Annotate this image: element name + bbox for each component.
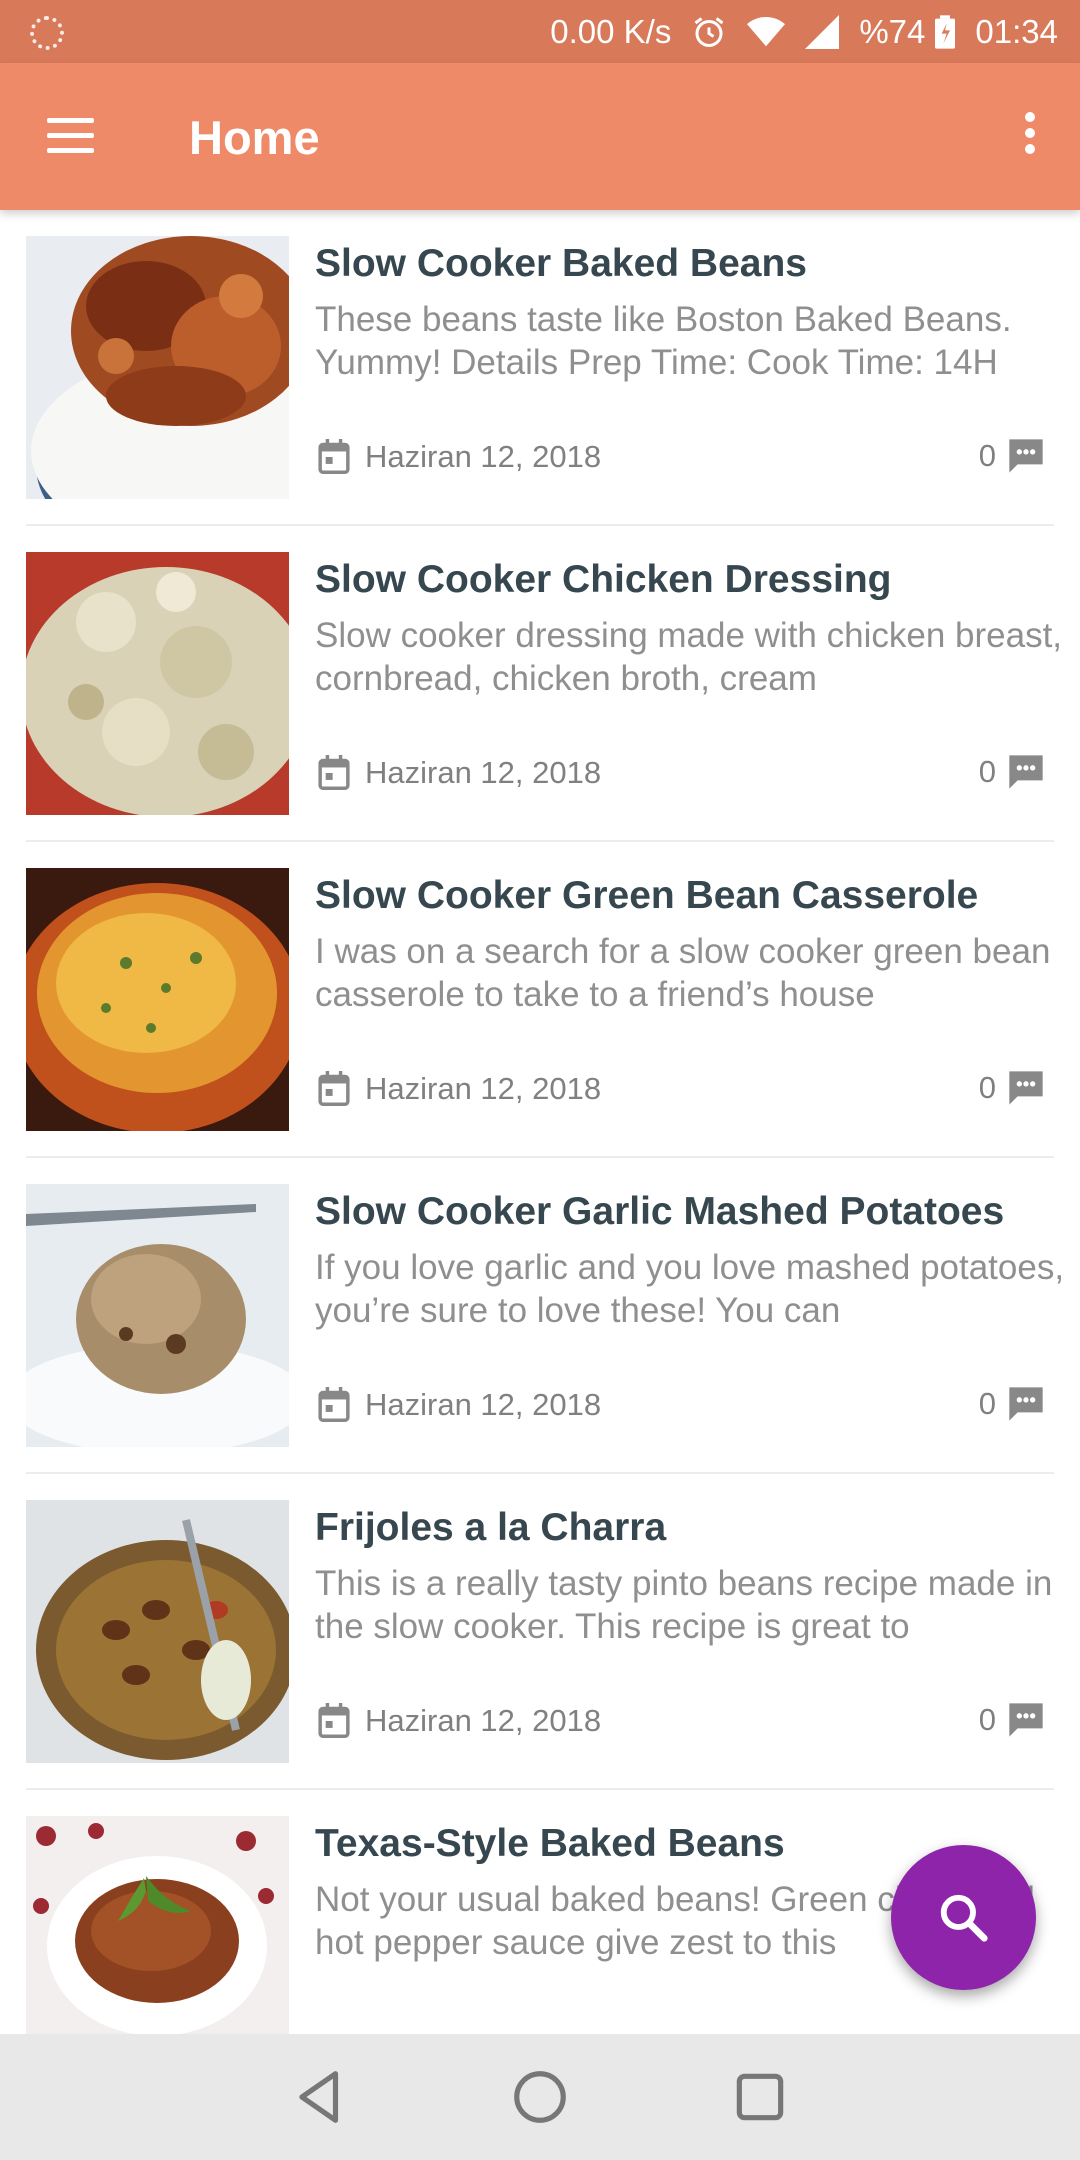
- system-nav-bar: [0, 2034, 1080, 2160]
- post-title[interactable]: Slow Cooker Garlic Mashed Potatoes: [315, 1190, 1050, 1234]
- back-icon[interactable]: [289, 2066, 351, 2128]
- battery-percent: %74: [859, 12, 926, 50]
- post-date: Haziran 12, 2018: [317, 1387, 601, 1423]
- post-title[interactable]: Frijoles a la Charra: [315, 1506, 1050, 1550]
- list-item[interactable]: Slow Cooker Green Bean Casserole I was o…: [26, 842, 1054, 1158]
- calendar-icon: [318, 439, 350, 474]
- wifi-icon: [747, 15, 786, 49]
- post-date: Haziran 12, 2018: [317, 439, 601, 475]
- post-thumbnail[interactable]: [26, 1500, 289, 1763]
- search-icon: [940, 1894, 988, 1942]
- status-bar: 0.00 K/s %74 01:34: [0, 0, 1080, 63]
- app-bar: Home: [0, 63, 1080, 210]
- comment-count-text: 0: [978, 1702, 996, 1737]
- comment-count-text: 0: [978, 754, 996, 789]
- post-date-text: Haziran 12, 2018: [365, 1071, 602, 1106]
- hamburger-menu-icon[interactable]: [34, 108, 108, 166]
- battery-icon: [935, 14, 956, 49]
- comment-icon: [1009, 1071, 1043, 1105]
- comment-count[interactable]: 0: [979, 1068, 1046, 1108]
- post-list[interactable]: Slow Cooker Baked Beans These beans tast…: [0, 210, 1080, 2034]
- comment-icon: [1009, 755, 1043, 789]
- post-date-text: Haziran 12, 2018: [365, 439, 602, 474]
- more-options-icon[interactable]: [1010, 105, 1050, 165]
- post-thumbnail[interactable]: [26, 868, 289, 1131]
- post-excerpt: This is a really tasty pinto beans recip…: [315, 1564, 1053, 1646]
- list-item[interactable]: Slow Cooker Chicken Dressing Slow cooker…: [26, 526, 1062, 842]
- post-thumbnail[interactable]: [26, 552, 289, 815]
- list-item[interactable]: Frijoles a la Charra This is a really ta…: [26, 1474, 1054, 1790]
- post-thumbnail[interactable]: [26, 236, 289, 499]
- comment-count[interactable]: 0: [979, 1384, 1046, 1424]
- post-excerpt: These beans taste like Boston Baked Bean…: [315, 300, 1012, 382]
- post-date-text: Haziran 12, 2018: [365, 755, 602, 790]
- notification-dot-icon: [30, 16, 64, 50]
- post-date: Haziran 12, 2018: [317, 755, 601, 791]
- signal-icon: [805, 14, 840, 49]
- comment-count[interactable]: 0: [979, 436, 1046, 476]
- recents-icon[interactable]: [729, 2066, 791, 2128]
- comment-count[interactable]: 0: [979, 1700, 1046, 1740]
- calendar-icon: [318, 755, 350, 790]
- list-item[interactable]: Slow Cooker Baked Beans These beans tast…: [26, 210, 1054, 526]
- post-thumbnail[interactable]: [26, 1816, 289, 2034]
- post-excerpt: I was on a search for a slow cooker gree…: [315, 932, 1051, 1014]
- post-title[interactable]: Slow Cooker Green Bean Casserole: [315, 874, 1050, 918]
- post-excerpt: If you love garlic and you love mashed p…: [315, 1248, 1065, 1330]
- comment-count[interactable]: 0: [979, 752, 1046, 792]
- post-excerpt: Slow cooker dressing made with chicken b…: [315, 616, 1063, 698]
- comment-icon: [1009, 1387, 1043, 1421]
- network-speed: 0.00 K/s: [550, 12, 672, 50]
- page-title: Home: [189, 111, 320, 164]
- post-title[interactable]: Slow Cooker Baked Beans: [315, 242, 1050, 286]
- comment-icon: [1009, 439, 1043, 473]
- post-title[interactable]: Slow Cooker Chicken Dressing: [315, 558, 1050, 602]
- post-date: Haziran 12, 2018: [317, 1703, 601, 1739]
- comment-icon: [1009, 1703, 1043, 1737]
- comment-count-text: 0: [978, 438, 996, 473]
- comment-count-text: 0: [978, 1070, 996, 1105]
- comment-count-text: 0: [978, 1386, 996, 1421]
- calendar-icon: [318, 1071, 350, 1106]
- home-icon[interactable]: [509, 2066, 571, 2128]
- alarm-icon: [691, 14, 727, 50]
- search-fab-button[interactable]: [891, 1845, 1036, 1990]
- post-date-text: Haziran 12, 2018: [365, 1703, 602, 1738]
- calendar-icon: [318, 1387, 350, 1422]
- post-date-text: Haziran 12, 2018: [365, 1387, 602, 1422]
- calendar-icon: [318, 1703, 350, 1738]
- post-thumbnail[interactable]: [26, 1184, 289, 1447]
- clock: 01:34: [975, 12, 1058, 50]
- list-item[interactable]: Slow Cooker Garlic Mashed Potatoes If yo…: [26, 1158, 1064, 1474]
- post-date: Haziran 12, 2018: [317, 1071, 601, 1107]
